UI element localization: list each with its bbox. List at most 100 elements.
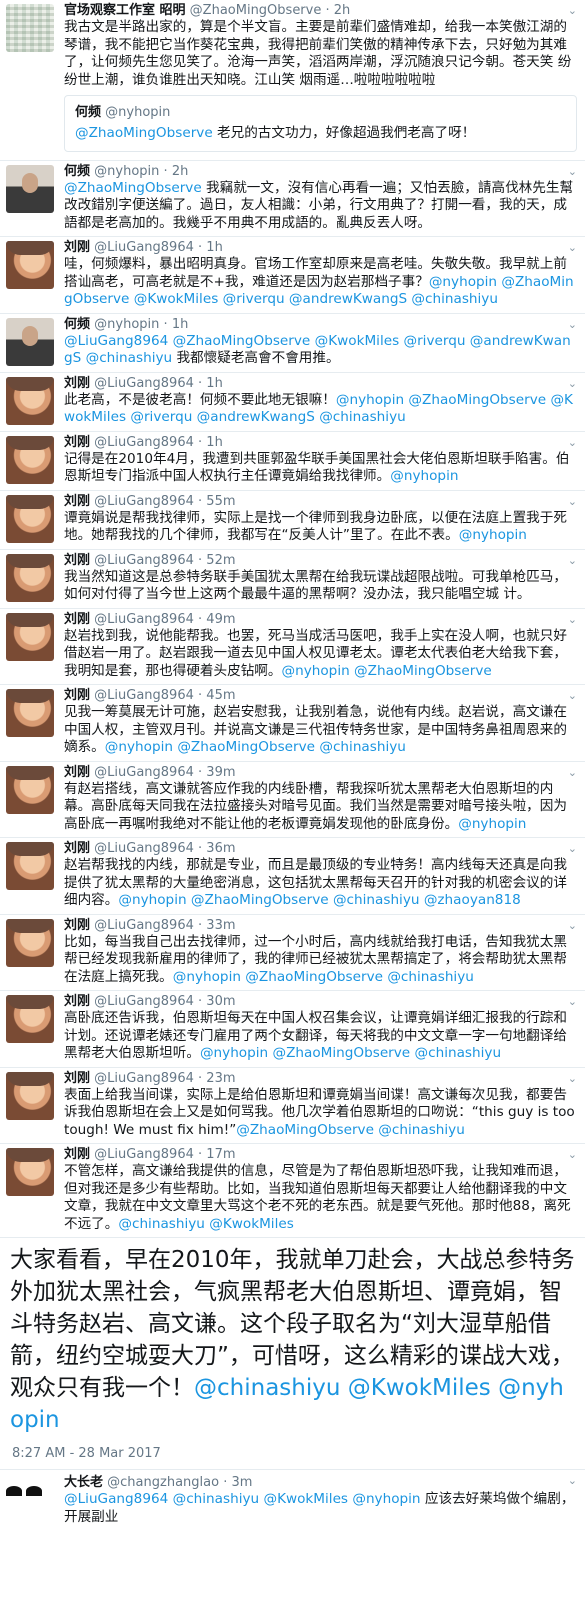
mention-link[interactable]: @nyhopin [118, 892, 186, 908]
avatar[interactable] [6, 241, 54, 289]
mention-link[interactable]: @ZhaoMingObserve [64, 180, 202, 196]
mention-link[interactable]: @KwokMiles [209, 1216, 294, 1232]
tweet[interactable]: ⌄ 何频 @nyhopin · 2h @ZhaoMingObserve 我竊就一文，… [0, 161, 585, 237]
avatar[interactable] [6, 4, 54, 52]
author-handle[interactable]: @LiuGang8964 [94, 376, 194, 391]
author-name[interactable]: 何频 [64, 164, 90, 179]
mention-link[interactable]: @nyhopin [282, 663, 350, 679]
author-name[interactable]: 何频 [75, 105, 101, 120]
tweet[interactable]: ⌄ 刘刚 @LiuGang8964 · 39m 有赵岩搭线，高文谦就答应作我的内线卧… [0, 762, 585, 838]
author-name[interactable]: 刘刚 [64, 612, 90, 627]
chevron-down-icon[interactable]: ⌄ [568, 4, 577, 17]
tweet[interactable]: ⌄ 刘刚 @LiuGang8964 · 17m 不管怎样，高文谦给我提供的信息，尽管… [0, 1144, 585, 1238]
chevron-down-icon[interactable]: ⌄ [568, 165, 577, 178]
tweet[interactable]: ⌄ 刘刚 @LiuGang8964 · 52m 我当然知道这是总参特务联手美国犹太黑… [0, 550, 585, 609]
mention-link[interactable]: @andrewKwangS [289, 291, 407, 307]
author-handle[interactable]: @LiuGang8964 [94, 1147, 194, 1162]
chevron-down-icon[interactable]: ⌄ [568, 1474, 577, 1487]
author-name[interactable]: 官场观察工作室 昭明 [64, 3, 186, 18]
mention-link[interactable]: @chinashiyu [173, 1491, 260, 1507]
author-handle[interactable]: @LiuGang8964 [94, 612, 194, 627]
tweet[interactable]: ⌄ 官场观察工作室 昭明 @ZhaoMingObserve · 2h 我古文是半路出… [0, 0, 585, 161]
mention-link[interactable]: @KwokMiles [315, 333, 400, 349]
avatar[interactable] [6, 164, 54, 213]
mention-link[interactable]: @chinashiyu [333, 892, 420, 908]
mention-link[interactable]: @ZhaoMingObserve [245, 969, 383, 985]
author-handle[interactable]: @LiuGang8964 [94, 994, 194, 1009]
mention-link[interactable]: @chinashiyu [194, 1375, 340, 1401]
author-handle[interactable]: @LiuGang8964 [94, 918, 194, 933]
mention-link[interactable]: @nyhopin [458, 816, 526, 832]
quoted-tweet[interactable]: 何频 @nyhopin @ZhaoMingObserve 老兄的古文功力，好像超過… [64, 95, 577, 152]
author-handle[interactable]: @ZhaoMingObserve [190, 3, 322, 18]
mention-link[interactable]: @ZhaoMingObserve [173, 333, 311, 349]
tweet-time[interactable]: 30m [206, 994, 235, 1009]
tweet-time[interactable]: 1h [206, 240, 223, 255]
chevron-down-icon[interactable]: ⌄ [568, 318, 577, 331]
avatar[interactable] [6, 435, 54, 484]
tweet-time[interactable]: 33m [206, 918, 235, 933]
tweet-time[interactable]: 2h [334, 3, 351, 18]
tweet-time[interactable]: 45m [206, 688, 235, 703]
mention-link[interactable]: @KwokMiles [348, 1375, 491, 1401]
mention-link[interactable]: @chinashiyu [319, 409, 406, 425]
mention-link[interactable]: @chinashiyu [118, 1216, 205, 1232]
tweet[interactable]: ⌄ 大长老 @changzhanglao · 3m @LiuGang8964 @ch… [0, 1470, 585, 1532]
mention-link[interactable]: @nyhopin [200, 1045, 268, 1061]
author-name[interactable]: 刘刚 [64, 841, 90, 856]
tweet[interactable]: ⌄ 刘刚 @LiuGang8964 · 36m 赵岩帮我找的内线，那就是专业，而且是… [0, 838, 585, 915]
mention-link[interactable]: @LiuGang8964 [64, 333, 168, 349]
mention-link[interactable]: @nyhopin [173, 969, 241, 985]
author-handle[interactable]: @LiuGang8964 [94, 841, 194, 856]
mention-link[interactable]: @zhaoyan818 [424, 892, 521, 908]
mention-link[interactable]: @KwokMiles [263, 1491, 348, 1507]
chevron-down-icon[interactable]: ⌄ [568, 995, 577, 1008]
mention-link[interactable]: @chinashiyu [319, 739, 406, 755]
tweet-time[interactable]: 1h [206, 376, 223, 391]
mention-link[interactable]: @riverqu [404, 333, 466, 349]
chevron-down-icon[interactable]: ⌄ [568, 842, 577, 855]
author-name[interactable]: 刘刚 [64, 435, 90, 450]
tweet[interactable]: ⌄ 刘刚 @LiuGang8964 · 55m 谭竟娟说是帮我找律师，实际上是找一个… [0, 491, 585, 550]
avatar[interactable] [6, 765, 54, 814]
mention-link[interactable]: @nyhopin [352, 1491, 420, 1507]
tweet-time[interactable]: 36m [206, 841, 235, 856]
mention-link[interactable]: @ZhaoMingObserve [177, 739, 315, 755]
chevron-down-icon[interactable]: ⌄ [568, 436, 577, 449]
author-handle[interactable]: @LiuGang8964 [94, 494, 194, 509]
author-name[interactable]: 刘刚 [64, 918, 90, 933]
author-name[interactable]: 何频 [64, 317, 90, 332]
mention-link[interactable]: @ZhaoMingObserve [191, 892, 329, 908]
tweet[interactable]: ⌄ 刘刚 @LiuGang8964 · 45m 见我一筹莫展无计可施，赵岩安慰我，让… [0, 685, 585, 762]
avatar[interactable] [6, 553, 54, 602]
avatar[interactable] [6, 376, 54, 425]
author-name[interactable]: 刘刚 [64, 494, 90, 509]
tweet[interactable]: ⌄ 刘刚 @LiuGang8964 · 33m 比如，每当我自己出去找律师，过一个小… [0, 915, 585, 991]
avatar[interactable] [6, 1148, 54, 1196]
avatar[interactable] [6, 842, 54, 890]
mention-link[interactable]: @ZhaoMingObserve [236, 1122, 374, 1138]
avatar[interactable] [6, 689, 54, 737]
tweet-time[interactable]: 55m [206, 494, 235, 509]
author-name[interactable]: 刘刚 [64, 240, 90, 255]
chevron-down-icon[interactable]: ⌄ [568, 377, 577, 390]
author-name[interactable]: 大长老 [64, 1475, 103, 1490]
mention-link[interactable]: @ZhaoMingObserve [272, 1045, 410, 1061]
tweet-timestamp[interactable]: 8:27 AM - 28 Mar 2017 [0, 1440, 585, 1470]
avatar[interactable] [6, 1071, 54, 1120]
tweet-time[interactable]: 1h [172, 317, 189, 332]
avatar[interactable] [6, 612, 54, 661]
author-handle[interactable]: @LiuGang8964 [94, 765, 194, 780]
tweet-time[interactable]: 49m [206, 612, 235, 627]
author-handle[interactable]: @LiuGang8964 [94, 1071, 194, 1086]
tweet[interactable]: ⌄ 刘刚 @LiuGang8964 · 49m 赵岩找到我，说他能帮我。也罢，死马当… [0, 609, 585, 685]
mention-link[interactable]: @nyhopin [336, 392, 404, 408]
mention-link[interactable]: @chinashiyu [86, 350, 173, 366]
author-handle[interactable]: @LiuGang8964 [94, 435, 194, 450]
tweet-time[interactable]: 52m [206, 553, 235, 568]
chevron-down-icon[interactable]: ⌄ [568, 613, 577, 626]
mention-link[interactable]: @ZhaoMingObserve [75, 125, 213, 141]
mention-link[interactable]: @KwokMiles [134, 291, 219, 307]
chevron-down-icon[interactable]: ⌄ [568, 1072, 577, 1085]
tweet[interactable]: ⌄ 刘刚 @LiuGang8964 · 30m 高卧底还告诉我，伯恩斯坦每天在中国人… [0, 991, 585, 1068]
